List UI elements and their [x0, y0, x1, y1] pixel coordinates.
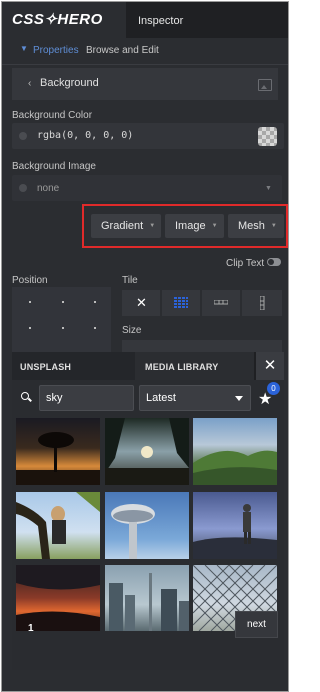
position-label: Position — [12, 275, 48, 286]
tab-unsplash[interactable]: UNSPLASH — [12, 352, 135, 380]
breadcrumb-properties[interactable]: Properties — [33, 45, 79, 56]
checkerboard-swatch[interactable] — [258, 127, 277, 146]
breadcrumb-browse-edit: Browse and Edit — [86, 45, 159, 56]
photo-thumbnail[interactable] — [16, 492, 100, 559]
grid-icon — [174, 297, 188, 308]
chevron-down-icon: ▼ — [149, 223, 156, 230]
gradient-button[interactable]: Gradient ▼ — [91, 214, 161, 238]
close-icon: ✕ — [136, 295, 147, 310]
chevron-down-icon: ▼ — [270, 223, 277, 230]
tile-repeat-y-button[interactable] — [242, 290, 282, 316]
position-top-center[interactable] — [62, 301, 64, 303]
background-image-label: Background Image — [12, 161, 96, 172]
background-color-value[interactable]: rgba(0, 0, 0, 0) — [37, 130, 133, 141]
photo-thumbnail[interactable] — [105, 492, 189, 559]
tab-inspector-label: Inspector — [138, 15, 184, 27]
lock-icon[interactable] — [19, 184, 27, 192]
chevron-down-icon[interactable] — [235, 396, 243, 401]
chevron-down-icon[interactable]: ▼ — [20, 44, 28, 53]
chevron-down-icon: ▼ — [211, 223, 218, 230]
photo-thumbnail[interactable] — [193, 492, 277, 559]
tile-repeat-button[interactable] — [162, 290, 200, 316]
photo-thumbnail[interactable] — [193, 418, 277, 485]
position-top-right[interactable] — [94, 301, 96, 303]
image-button[interactable]: Image ▼ — [165, 214, 224, 238]
section-title: Background — [40, 77, 99, 89]
tile-none-button[interactable]: ✕ — [122, 290, 160, 316]
green-hills-photo — [193, 450, 277, 485]
man-on-cliff-photo — [193, 504, 277, 559]
chevron-down-icon[interactable]: ▼ — [265, 185, 272, 192]
favorites-count-badge: 0 — [267, 382, 280, 395]
close-library-button[interactable]: ✕ — [256, 352, 284, 380]
position-center[interactable] — [62, 327, 64, 329]
sort-select-value: Latest — [146, 392, 176, 404]
tile-label: Tile — [122, 275, 138, 286]
position-center-left[interactable] — [29, 327, 31, 329]
page-number: 1 — [28, 623, 34, 634]
css-hero-logo: CSS✧HERO — [12, 11, 103, 28]
size-label: Size — [122, 325, 142, 336]
clip-text-toggle[interactable] — [267, 258, 281, 266]
city-skyline-photo — [109, 573, 189, 631]
tab-media-library-label: MEDIA LIBRARY — [145, 362, 219, 372]
background-image-value: none — [37, 183, 60, 194]
repeat-x-icon — [214, 300, 228, 305]
position-center-right[interactable] — [94, 327, 96, 329]
clip-text-label: Clip Text — [226, 258, 265, 269]
tower-sky-photo — [111, 504, 155, 559]
gradient-button-label: Gradient — [101, 220, 144, 232]
lock-icon[interactable] — [19, 132, 27, 140]
search-icon — [21, 392, 29, 400]
size-controls[interactable] — [122, 340, 282, 352]
photo-thumbnail[interactable] — [105, 565, 189, 631]
photo-thumbnail[interactable] — [105, 418, 189, 485]
woman-in-tree-photo — [16, 492, 100, 559]
image-icon[interactable] — [258, 79, 272, 91]
photo-thumbnail[interactable] — [16, 418, 100, 485]
position-top-left[interactable] — [29, 301, 31, 303]
repeat-y-icon — [260, 296, 265, 310]
tile-repeat-x-button[interactable] — [202, 290, 240, 316]
photo-thumbnail[interactable] — [16, 565, 100, 631]
position-grid[interactable] — [12, 287, 111, 353]
tree-silhouette-photo — [16, 432, 100, 485]
image-button-label: Image — [175, 220, 206, 232]
search-input[interactable] — [39, 385, 134, 411]
tab-unsplash-label: UNSPLASH — [20, 362, 72, 372]
back-chevron-icon[interactable]: ‹ — [28, 78, 31, 89]
css-hero-panel: CSS✧HERO Inspector ▼ Properties Browse a… — [1, 1, 289, 692]
tab-media-library[interactable]: MEDIA LIBRARY — [135, 352, 254, 380]
mesh-button-label: Mesh — [238, 220, 265, 232]
next-page-button[interactable]: next — [235, 611, 278, 638]
forest-sunset-photo — [105, 418, 189, 485]
background-color-label: Background Color — [12, 110, 93, 121]
mesh-button[interactable]: Mesh ▼ — [228, 214, 284, 238]
lava-storm-photo — [16, 565, 100, 631]
